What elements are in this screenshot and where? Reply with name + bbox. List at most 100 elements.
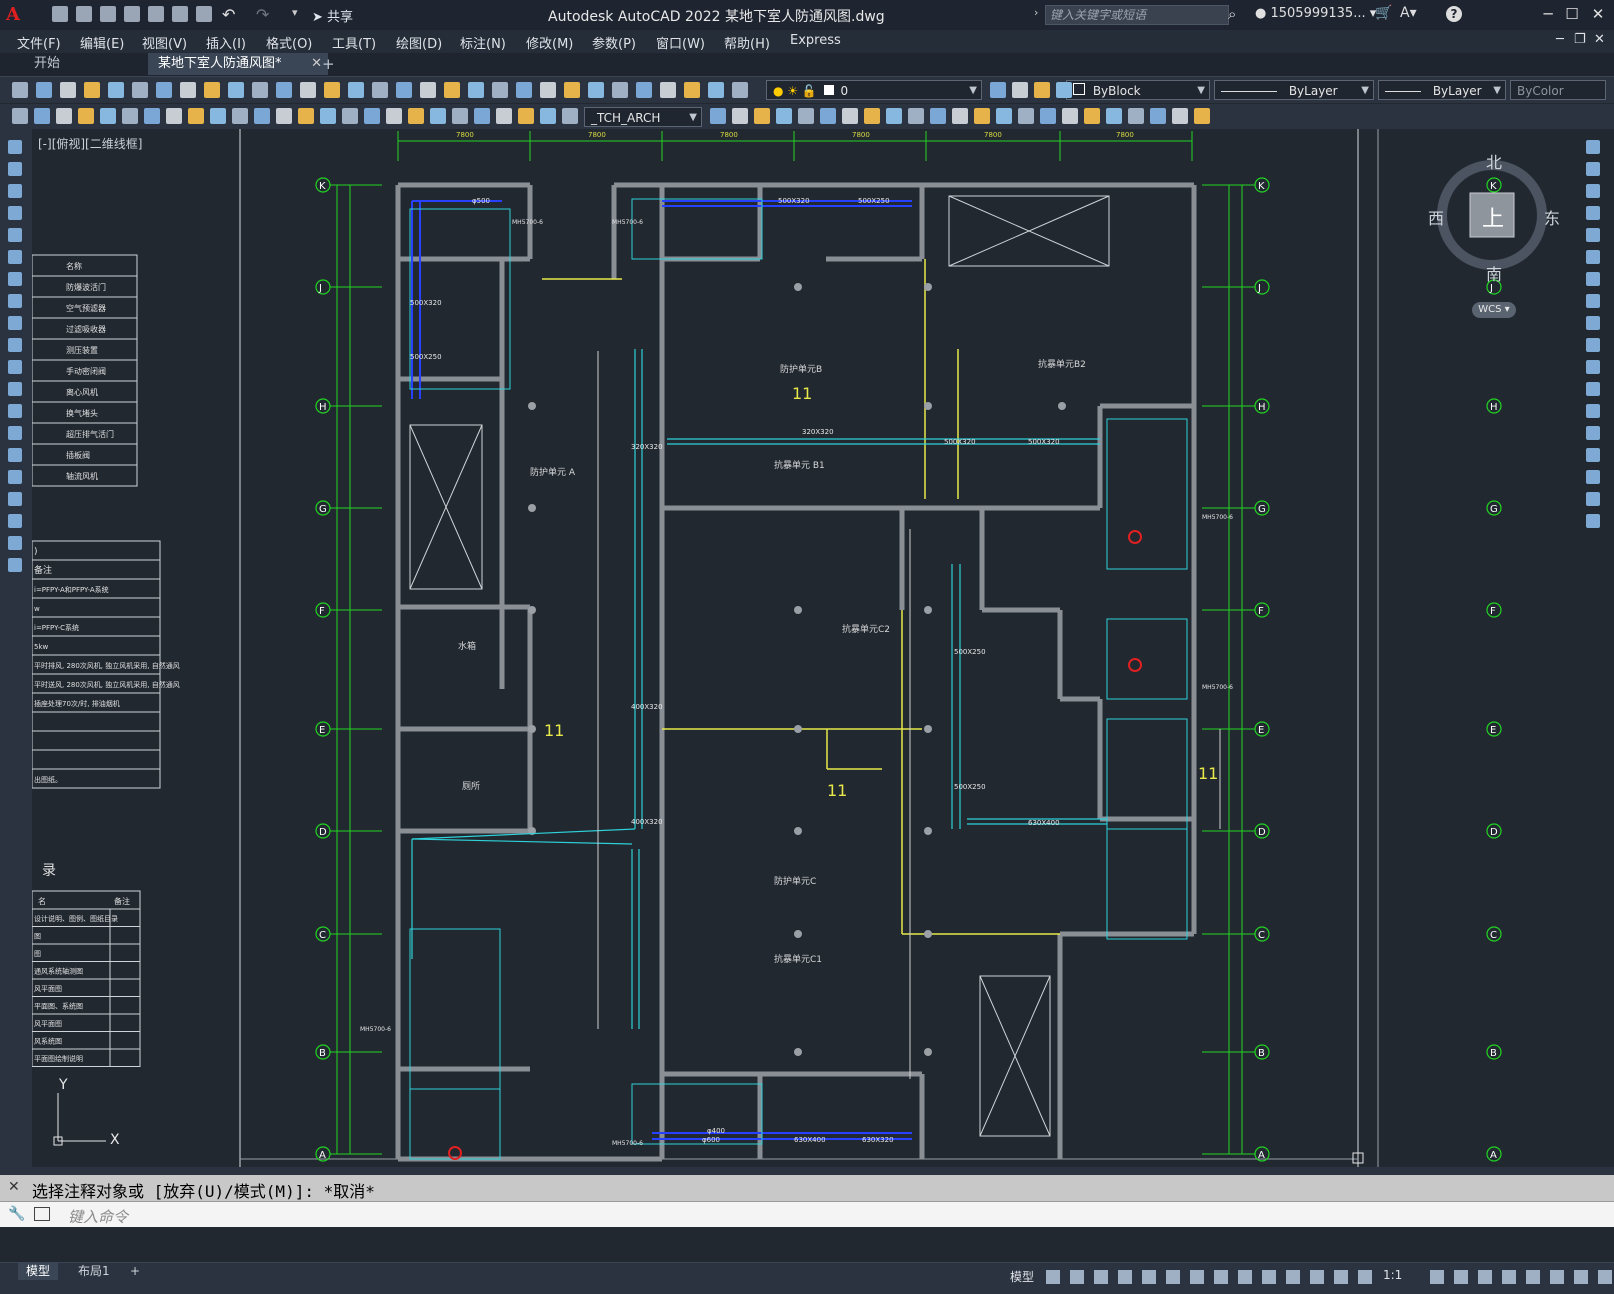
status-toggle-icon[interactable] bbox=[1046, 1270, 1060, 1284]
draw-tool-icon[interactable] bbox=[8, 448, 22, 462]
draw-tool-icon[interactable] bbox=[8, 492, 22, 506]
plot-icon[interactable] bbox=[196, 6, 212, 22]
draw-tool-icon[interactable] bbox=[8, 338, 22, 352]
modify-tool-icon[interactable] bbox=[1586, 272, 1600, 286]
standard-tool-icon[interactable] bbox=[108, 82, 124, 98]
standard-tool-icon[interactable] bbox=[468, 82, 484, 98]
layout-tab-model[interactable]: 模型 bbox=[18, 1262, 59, 1280]
draw-tool-icon[interactable] bbox=[8, 426, 22, 440]
standard-tool-icon[interactable] bbox=[732, 82, 748, 98]
modify-tool-icon[interactable] bbox=[1586, 360, 1600, 374]
command-line[interactable]: 🔧 键入命令 bbox=[0, 1201, 1614, 1228]
status-toggle-icon[interactable] bbox=[1094, 1270, 1108, 1284]
search-expand-icon[interactable]: › bbox=[1034, 6, 1038, 19]
modify-tool-icon[interactable] bbox=[1586, 426, 1600, 440]
status-toggle-icon[interactable] bbox=[1478, 1270, 1492, 1284]
layer-dropdown[interactable]: ● ☀ 🔓 0 ▼ bbox=[766, 80, 982, 100]
modify-tool-icon[interactable] bbox=[1586, 294, 1600, 308]
standard-tool-icon[interactable] bbox=[540, 82, 556, 98]
draw-tool-icon[interactable] bbox=[908, 108, 924, 124]
menu-edit[interactable]: 编辑(E) bbox=[80, 33, 124, 52]
draw-tool-icon[interactable] bbox=[1106, 108, 1122, 124]
tab-start[interactable]: 开始 bbox=[24, 53, 70, 75]
draw-tool-icon[interactable] bbox=[364, 108, 380, 124]
drawing-canvas[interactable]: K K K J J J H H H G G G F F F E E E D D D C C C B B B A A A 7800 7800 78… bbox=[32, 129, 1534, 1167]
minimize-icon[interactable]: ─ bbox=[1538, 4, 1558, 24]
draw-tool-icon[interactable] bbox=[710, 108, 726, 124]
search-input[interactable]: 键入关键字或短语 bbox=[1045, 5, 1229, 25]
command-grip[interactable] bbox=[0, 1167, 1614, 1175]
draw-tool-icon[interactable] bbox=[8, 382, 22, 396]
wrench-icon[interactable]: 🔧 bbox=[8, 1206, 25, 1222]
draw-tool-icon[interactable] bbox=[842, 108, 858, 124]
modify-tool-icon[interactable] bbox=[1586, 470, 1600, 484]
standard-tool-icon[interactable] bbox=[564, 82, 580, 98]
draw-tool-icon[interactable] bbox=[8, 294, 22, 308]
draw-tool-icon[interactable] bbox=[34, 108, 50, 124]
standard-tool-icon[interactable] bbox=[84, 82, 100, 98]
modify-tool-icon[interactable] bbox=[1586, 382, 1600, 396]
save-web-icon[interactable] bbox=[172, 6, 188, 22]
status-toggle-icon[interactable] bbox=[1574, 1270, 1588, 1284]
menu-express[interactable]: Express bbox=[790, 33, 841, 48]
status-toggle-icon[interactable] bbox=[1166, 1270, 1180, 1284]
lineweight-dropdown[interactable]: ByLayer ▼ bbox=[1378, 80, 1506, 100]
draw-tool-icon[interactable] bbox=[8, 250, 22, 264]
share-button[interactable]: ➤ 共享 bbox=[312, 6, 353, 25]
standard-tool-icon[interactable] bbox=[300, 82, 316, 98]
help-icon[interactable]: ? bbox=[1446, 6, 1462, 22]
modify-tool-icon[interactable] bbox=[1586, 404, 1600, 418]
standard-tool-icon[interactable] bbox=[36, 82, 52, 98]
draw-tool-icon[interactable] bbox=[886, 108, 902, 124]
status-toggle-icon[interactable] bbox=[1430, 1270, 1444, 1284]
menu-modify[interactable]: 修改(M) bbox=[526, 33, 573, 52]
draw-tool-icon[interactable] bbox=[1018, 108, 1034, 124]
standard-tool-icon[interactable] bbox=[420, 82, 436, 98]
status-toggle-icon[interactable] bbox=[1238, 1270, 1252, 1284]
status-toggle-icon[interactable] bbox=[1502, 1270, 1516, 1284]
status-toggle-icon[interactable] bbox=[1286, 1270, 1300, 1284]
draw-tool-icon[interactable] bbox=[1040, 108, 1056, 124]
status-toggle-icon[interactable] bbox=[1310, 1270, 1324, 1284]
autocad-logo-icon[interactable]: A bbox=[6, 4, 20, 25]
draw-tool-icon[interactable] bbox=[776, 108, 792, 124]
status-toggle-icon[interactable] bbox=[1070, 1270, 1084, 1284]
command-prompt-icon[interactable] bbox=[34, 1207, 50, 1221]
doc-close-icon[interactable]: ✕ bbox=[1594, 32, 1605, 47]
status-toggle-icon[interactable] bbox=[1550, 1270, 1564, 1284]
draw-tool-icon[interactable] bbox=[1150, 108, 1166, 124]
draw-tool-icon[interactable] bbox=[496, 108, 512, 124]
standard-tool-icon[interactable] bbox=[990, 82, 1006, 98]
standard-tool-icon[interactable] bbox=[156, 82, 172, 98]
layout-tab-1[interactable]: 布局1 bbox=[70, 1262, 118, 1280]
standard-tool-icon[interactable] bbox=[180, 82, 196, 98]
draw-tool-icon[interactable] bbox=[930, 108, 946, 124]
modify-tool-icon[interactable] bbox=[1586, 492, 1600, 506]
standard-tool-icon[interactable] bbox=[588, 82, 604, 98]
doc-minimize-icon[interactable]: ─ bbox=[1556, 32, 1564, 47]
redo-icon[interactable]: ↷ bbox=[256, 5, 269, 24]
save-as-icon[interactable] bbox=[124, 6, 140, 22]
draw-tool-icon[interactable] bbox=[518, 108, 534, 124]
draw-tool-icon[interactable] bbox=[8, 228, 22, 242]
draw-tool-icon[interactable] bbox=[8, 206, 22, 220]
standard-tool-icon[interactable] bbox=[1034, 82, 1050, 98]
draw-tool-icon[interactable] bbox=[78, 108, 94, 124]
status-toggle-icon[interactable] bbox=[1526, 1270, 1540, 1284]
draw-tool-icon[interactable] bbox=[188, 108, 204, 124]
plotstyle-dropdown[interactable]: ByColor bbox=[1510, 80, 1606, 100]
status-toggle-icon[interactable] bbox=[1262, 1270, 1276, 1284]
status-toggle-icon[interactable] bbox=[1118, 1270, 1132, 1284]
menu-window[interactable]: 窗口(W) bbox=[656, 33, 705, 52]
viewcube-top-face[interactable]: 上 bbox=[1482, 201, 1504, 233]
draw-tool-icon[interactable] bbox=[8, 162, 22, 176]
user-account[interactable]: ● 1505999135... ▾ bbox=[1255, 6, 1376, 21]
compass-north[interactable]: 北 bbox=[1486, 149, 1502, 173]
draw-tool-icon[interactable] bbox=[408, 108, 424, 124]
command-close-icon[interactable]: ✕ bbox=[8, 1179, 20, 1195]
modify-tool-icon[interactable] bbox=[1586, 206, 1600, 220]
standard-tool-icon[interactable] bbox=[708, 82, 724, 98]
standard-tool-icon[interactable] bbox=[276, 82, 292, 98]
draw-tool-icon[interactable] bbox=[540, 108, 556, 124]
standard-tool-icon[interactable] bbox=[492, 82, 508, 98]
